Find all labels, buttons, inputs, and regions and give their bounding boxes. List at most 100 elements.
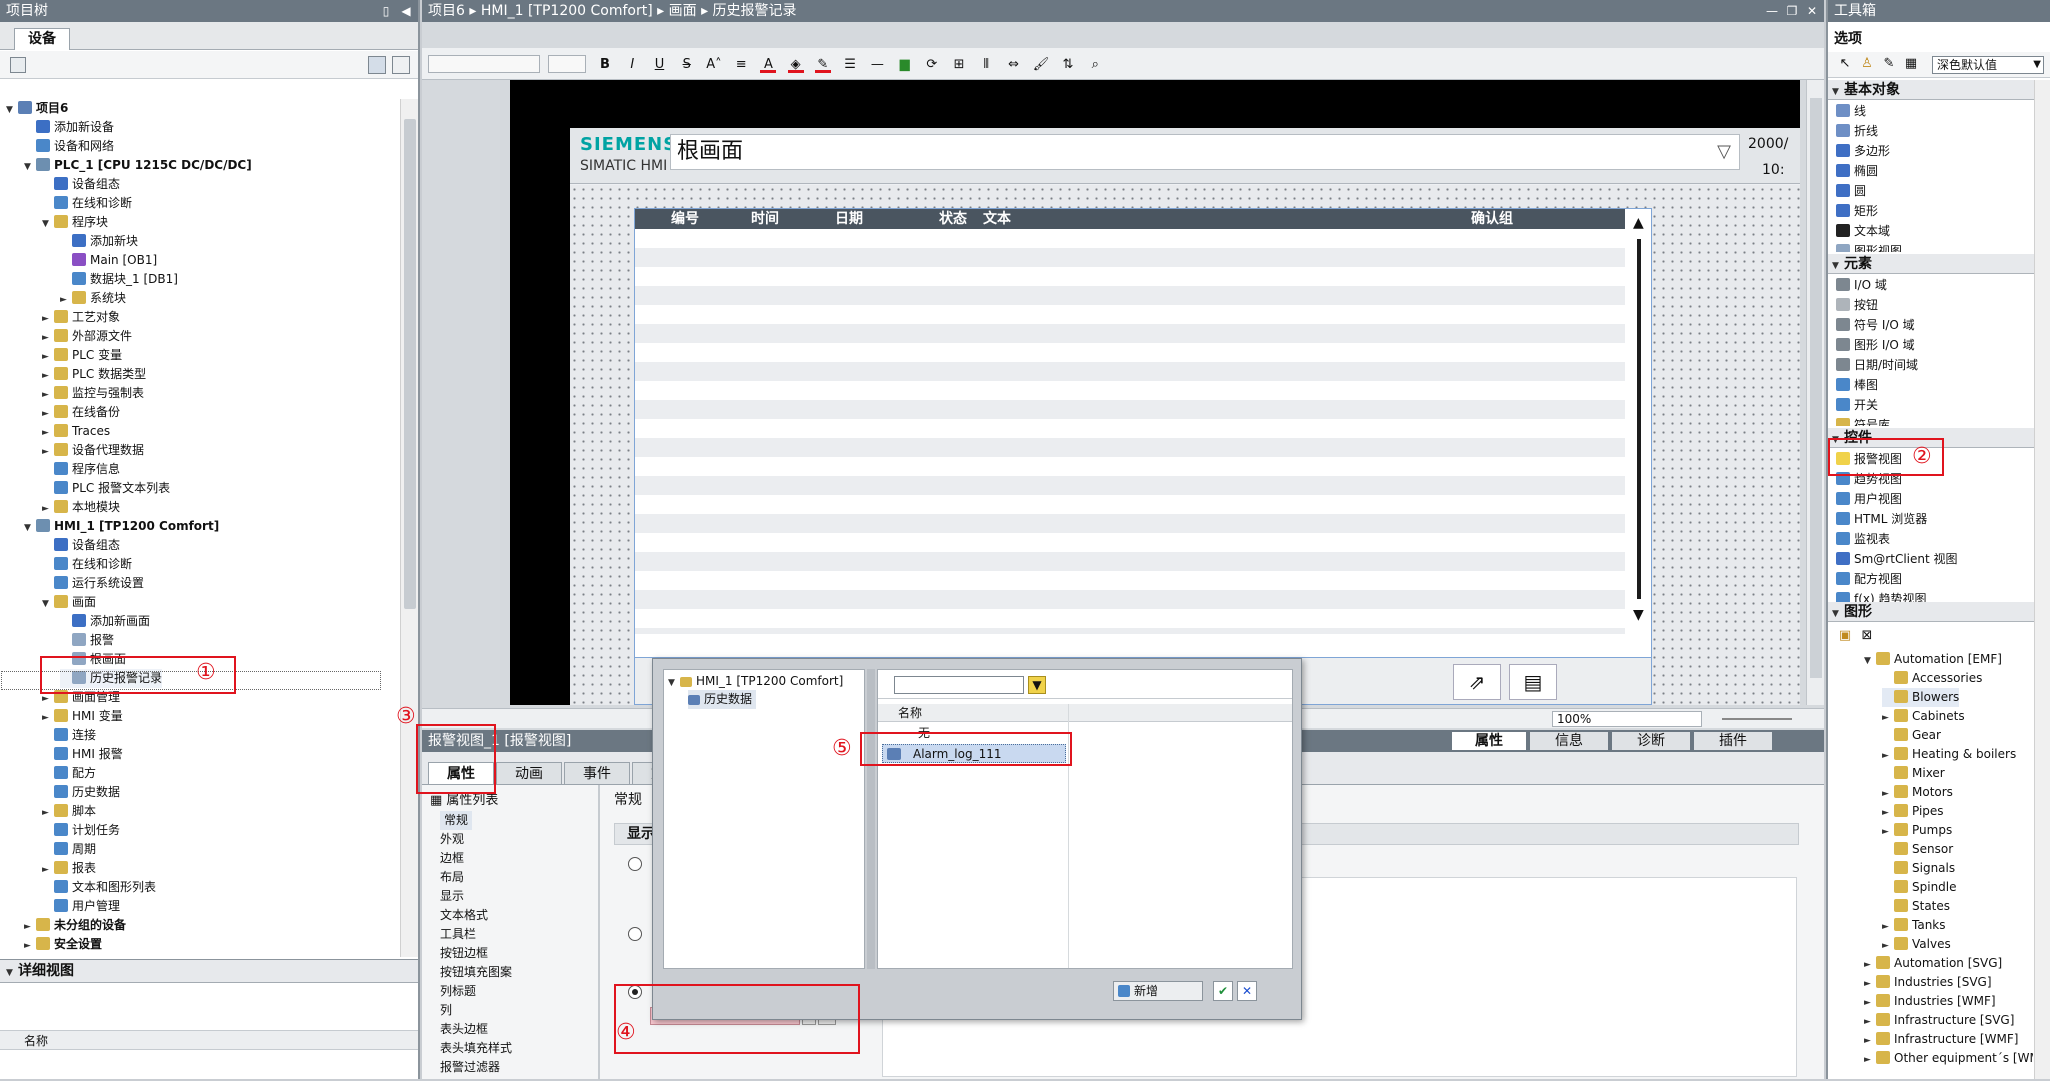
expand-toggle-icon[interactable]: ▼ xyxy=(6,101,18,120)
tree-item[interactable]: ► 未分组的设备 xyxy=(24,916,126,935)
col-ack-group[interactable]: 确认组 xyxy=(1471,209,1513,229)
screen-name-select[interactable]: 根画面 ▽ xyxy=(670,134,1740,170)
toolbox-item[interactable]: 日期/时间域 xyxy=(1836,356,1918,375)
radio-option-2[interactable] xyxy=(628,927,642,941)
tree-item[interactable]: ► 工艺对象 xyxy=(42,308,120,327)
property-nav-item[interactable]: 按钮边框 xyxy=(440,944,488,963)
property-nav-item[interactable]: 外观 xyxy=(440,830,464,849)
graphics-item[interactable]: ► Valves xyxy=(1882,935,1951,954)
toolbox-item[interactable]: 符号库 xyxy=(1836,416,1890,426)
tree-item[interactable]: 设备组态 xyxy=(42,536,120,555)
toolbox-item[interactable]: 图形 I/O 域 xyxy=(1836,336,1915,355)
popup-tree-root[interactable]: ▼ HMI_1 [TP1200 Comfort] xyxy=(668,672,843,691)
graphics-item[interactable]: ► Tanks xyxy=(1882,916,1946,935)
col-status[interactable]: 状态 xyxy=(939,209,967,229)
expand-toggle-icon[interactable]: ▼ xyxy=(1864,652,1876,671)
remove-folder-icon[interactable]: ⊠ xyxy=(1859,628,1875,644)
popup-ok-button[interactable]: ✔ xyxy=(1213,981,1233,1001)
tree-item[interactable]: 在线和诊断 xyxy=(42,194,132,213)
layer-icon[interactable]: ▆ xyxy=(897,57,913,73)
pointer-icon[interactable]: ↖ xyxy=(1837,56,1853,72)
tree-item[interactable]: HMI 报警 xyxy=(42,745,123,764)
toolbox-item[interactable]: 矩形 xyxy=(1836,202,1878,221)
line-color-icon[interactable]: ✎ xyxy=(814,57,831,73)
toolbox-item[interactable]: 监视表 xyxy=(1836,530,1890,549)
section-graphics[interactable]: ▼ 图形 xyxy=(1828,602,2050,622)
tree-item[interactable]: ► 设备代理数据 xyxy=(42,441,144,460)
tab-devices[interactable]: 设备 xyxy=(14,28,70,50)
tree-item[interactable]: ► 报表 xyxy=(42,859,96,878)
toolbox-item[interactable]: 符号 I/O 域 xyxy=(1836,316,1915,335)
tree-item[interactable]: 计划任务 xyxy=(42,821,120,840)
radio-option-1[interactable] xyxy=(628,857,642,871)
tree-item[interactable]: ► PLC 数据类型 xyxy=(42,365,146,384)
graphics-item[interactable]: ► Pipes xyxy=(1882,802,1944,821)
property-nav-item[interactable]: 显示 xyxy=(440,887,464,906)
property-nav-item[interactable]: 表头填充样式 xyxy=(440,1039,512,1058)
align-icon[interactable]: ≡ xyxy=(733,57,749,73)
tab-events[interactable]: 事件 xyxy=(564,762,630,784)
property-nav-item[interactable]: 列标题 xyxy=(440,982,476,1001)
expand-toggle-icon[interactable]: ▼ xyxy=(42,595,54,614)
tab-diagnostics[interactable]: 诊断 xyxy=(1612,732,1690,750)
pin-icon[interactable]: ▯ xyxy=(378,3,394,19)
tree-item[interactable]: 添加新块 xyxy=(60,232,138,251)
alarm-view[interactable]: 编号 时间 日期 状态 文本 确认组 ▲ ▼ xyxy=(634,208,1652,658)
expand-toggle-icon[interactable]: ► xyxy=(1864,1051,1876,1070)
property-nav-item[interactable]: 文本格式 xyxy=(440,906,488,925)
tab-properties-right[interactable]: 属性 xyxy=(1452,732,1526,750)
underline-icon[interactable]: U xyxy=(651,57,667,73)
tab-plugins[interactable]: 插件 xyxy=(1694,732,1772,750)
expand-toggle-icon[interactable]: ▼ xyxy=(42,215,54,234)
tree-item[interactable]: PLC 报警文本列表 xyxy=(42,479,170,498)
graphics-item[interactable]: Sensor xyxy=(1882,840,1953,859)
format-painter-icon[interactable]: 🖌 xyxy=(1033,57,1050,73)
expand-toggle-icon[interactable]: ► xyxy=(24,937,36,956)
graphics-item[interactable]: ► Industries [SVG] xyxy=(1864,973,1992,992)
toolbox-item[interactable]: Sm@rtClient 视图 xyxy=(1836,550,1958,569)
tree-item[interactable]: 添加新画面 xyxy=(60,612,150,631)
restore-icon[interactable]: ❐ xyxy=(1784,3,1800,19)
popup-add-button[interactable]: 新增 xyxy=(1113,981,1203,1001)
tree-item[interactable]: ▼ HMI_1 [TP1200 Comfort] xyxy=(24,517,219,536)
order-icon[interactable]: ⇅ xyxy=(1060,57,1076,73)
grid-view-icon[interactable] xyxy=(368,56,386,74)
graphics-item[interactable]: Signals xyxy=(1882,859,1955,878)
tree-item[interactable]: ► 脚本 xyxy=(42,802,96,821)
toolbox-item[interactable]: 棒图 xyxy=(1836,376,1878,395)
tree-item[interactable]: ► Traces xyxy=(42,422,110,441)
tree-item[interactable]: ► HMI 变量 xyxy=(42,707,123,726)
graphics-item[interactable]: Accessories xyxy=(1882,669,1982,688)
popup-filter-input[interactable] xyxy=(894,676,1024,694)
expand-toggle-icon[interactable]: ▼ xyxy=(24,158,36,177)
fill-color-icon[interactable]: ◈ xyxy=(787,57,804,73)
edit-icon[interactable]: ✎ xyxy=(1881,56,1897,72)
tree-item[interactable]: 配方 xyxy=(42,764,96,783)
project-tree-scrollbar[interactable] xyxy=(400,99,418,957)
property-nav-item[interactable]: 边框 xyxy=(440,849,464,868)
alarm-scrollbar[interactable]: ▲ ▼ xyxy=(1627,209,1651,629)
tree-item[interactable]: ► 外部源文件 xyxy=(42,327,132,346)
line-width-icon[interactable]: ☰ xyxy=(842,57,858,73)
tab-animation[interactable]: 动画 xyxy=(496,762,562,784)
content-tab-general[interactable]: 常规 xyxy=(614,789,642,809)
tree-item[interactable]: ▼ 程序块 xyxy=(42,213,108,232)
detail-view-header[interactable]: ▼ 详细视图 xyxy=(0,959,418,983)
hmi-screen[interactable]: SIEMENS SIMATIC HMI 根画面 ▽ 2000/ 10: 编号 时… xyxy=(570,128,1800,705)
tree-item[interactable]: 历史数据 xyxy=(42,783,120,802)
layout-icon[interactable]: ▦ xyxy=(1903,56,1919,72)
toolbox-item[interactable]: 用户视图 xyxy=(1836,490,1902,509)
property-nav-item[interactable]: 布局 xyxy=(440,868,464,887)
toolbox-item[interactable]: 圆 xyxy=(1836,182,1866,201)
zoom-slider[interactable] xyxy=(1722,718,1792,720)
toolbox-item[interactable]: HTML 浏览器 xyxy=(1836,510,1927,529)
edit-button[interactable]: ▤ xyxy=(1509,664,1557,700)
tree-item[interactable]: 程序信息 xyxy=(42,460,120,479)
property-nav-item[interactable]: 列 xyxy=(440,1001,452,1020)
toolbox-item[interactable]: 图形视图 xyxy=(1836,242,1902,252)
tree-item[interactable]: 报警 xyxy=(60,631,114,650)
graphics-item[interactable]: ► Industries [WMF] xyxy=(1864,992,1996,1011)
zoom-select[interactable]: 100% xyxy=(1552,711,1702,727)
graphics-item[interactable]: ► Other equipment´s [WMF] xyxy=(1864,1049,2033,1068)
tree-item[interactable]: 文本和图形列表 xyxy=(42,878,156,897)
